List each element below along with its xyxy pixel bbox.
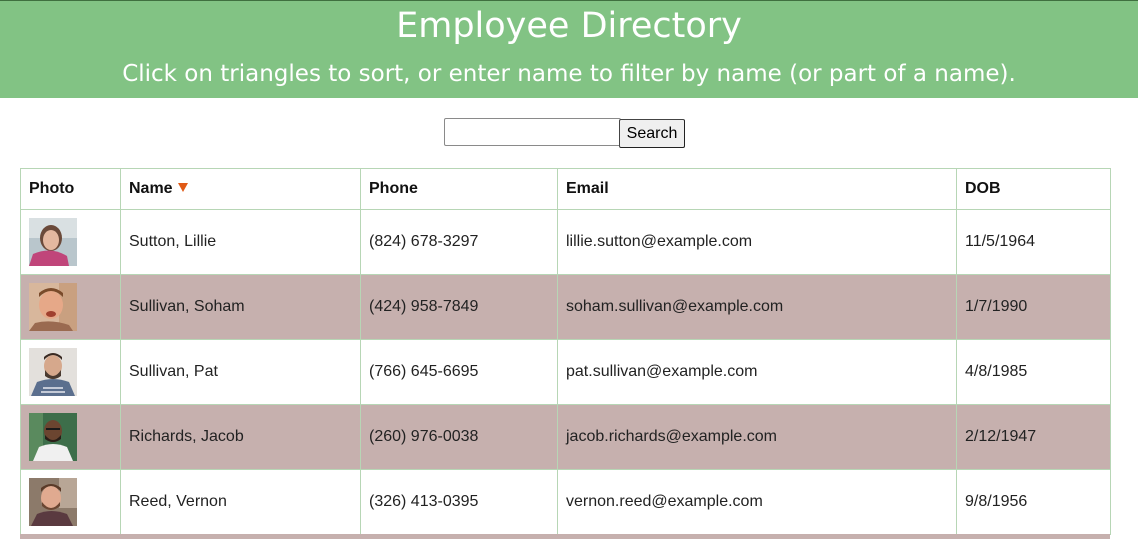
employee-photo [29, 413, 77, 461]
table-row: Sullivan, Pat (766) 645-6695 pat.sulliva… [20, 339, 1111, 405]
employee-photo [29, 218, 77, 266]
photo-cell [20, 339, 121, 405]
employee-photo [29, 348, 77, 396]
dob-cell: 1/7/1990 [956, 274, 1111, 340]
column-header-email: Email [557, 168, 957, 210]
page-subtitle: Click on triangles to sort, or enter nam… [122, 61, 1016, 87]
table-row: Sullivan, Soham (424) 958-7849 soham.sul… [20, 274, 1111, 340]
photo-cell [20, 469, 121, 535]
photo-cell [20, 209, 121, 275]
email-cell: jacob.richards@example.com [557, 404, 957, 470]
phone-cell: (260) 976-0038 [360, 404, 558, 470]
phone-cell: (824) 678-3297 [360, 209, 558, 275]
email-cell: pat.sullivan@example.com [557, 339, 957, 405]
page-title: Employee Directory [396, 6, 742, 46]
employee-table: Photo Name Phone Email DOB Sutton, Lilli… [20, 168, 1111, 535]
name-cell: Sullivan, Pat [120, 339, 361, 405]
email-cell: vernon.reed@example.com [557, 469, 957, 535]
dob-cell: 4/8/1985 [956, 339, 1111, 405]
column-header-name[interactable]: Name [120, 168, 361, 210]
search-button[interactable]: Search [619, 119, 685, 148]
photo-cell [20, 404, 121, 470]
phone-cell: (424) 958-7849 [360, 274, 558, 340]
table-row: Richards, Jacob (260) 976-0038 jacob.ric… [20, 404, 1111, 470]
page-header: Employee Directory Click on triangles to… [0, 1, 1138, 98]
name-cell: Reed, Vernon [120, 469, 361, 535]
phone-cell: (326) 413-0395 [360, 469, 558, 535]
column-header-photo: Photo [20, 168, 121, 210]
email-cell: soham.sullivan@example.com [557, 274, 957, 340]
dob-cell: 2/12/1947 [956, 404, 1111, 470]
email-cell: lillie.sutton@example.com [557, 209, 957, 275]
column-header-dob: DOB [956, 168, 1111, 210]
dob-cell: 11/5/1964 [956, 209, 1111, 275]
phone-cell: (766) 645-6695 [360, 339, 558, 405]
column-header-phone: Phone [360, 168, 558, 210]
next-row-partial [20, 534, 1110, 539]
name-cell: Sullivan, Soham [120, 274, 361, 340]
table-header-row: Photo Name Phone Email DOB [20, 168, 1111, 210]
name-cell: Richards, Jacob [120, 404, 361, 470]
table-row: Sutton, Lillie (824) 678-3297 lillie.sut… [20, 209, 1111, 275]
employee-photo [29, 283, 77, 331]
search-input[interactable] [444, 118, 621, 146]
dob-cell: 9/8/1956 [956, 469, 1111, 535]
employee-photo [29, 478, 77, 526]
photo-cell [20, 274, 121, 340]
triangle-down-icon[interactable] [177, 183, 188, 193]
name-cell: Sutton, Lillie [120, 209, 361, 275]
table-row: Reed, Vernon (326) 413-0395 vernon.reed@… [20, 469, 1111, 535]
